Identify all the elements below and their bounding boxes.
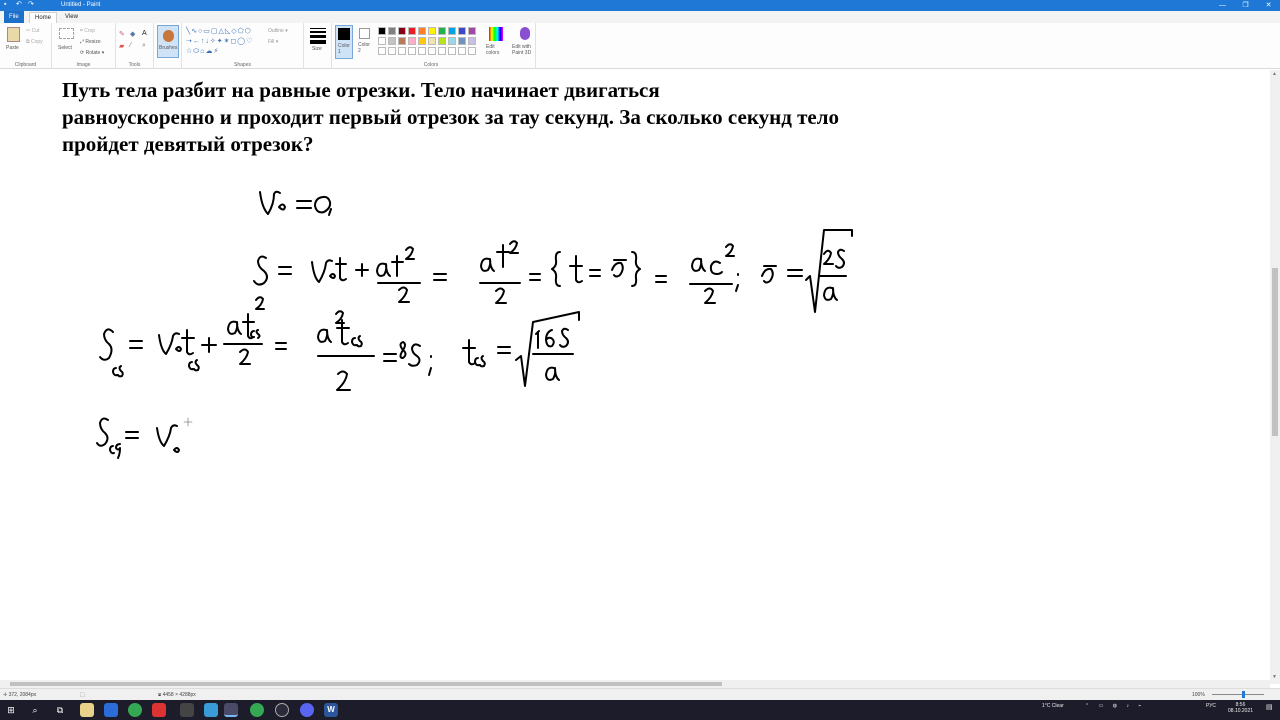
horizontal-scrollbar[interactable] <box>0 680 1270 688</box>
vertical-scrollbar[interactable]: ▲ ▼ <box>1270 70 1280 684</box>
app-icon-red[interactable] <box>152 703 166 717</box>
start-icon[interactable]: ⊞ <box>4 703 18 717</box>
handwritten-equation-s08 <box>99 296 580 391</box>
clock[interactable]: 8:56 08.10.2021 <box>1228 702 1253 714</box>
status-bar: ✛ 372, 2084px ⬚ ⧈ 4458 × 4288px 100% <box>0 688 1280 700</box>
vertical-scroll-thumb[interactable] <box>1272 268 1278 436</box>
discord-icon[interactable] <box>300 703 314 717</box>
chrome-icon-2[interactable] <box>250 703 264 717</box>
paint-window: ▪ ↶ ↷ Untitled - Paint — ❐ ✕ File Home V… <box>0 0 1280 720</box>
crosshair-cursor-icon <box>183 417 193 427</box>
image-size: ⧈ 4458 × 4288px <box>158 692 196 698</box>
zoom-slider-thumb[interactable] <box>1242 691 1245 698</box>
cursor-position: ✛ 372, 2084px <box>3 692 37 698</box>
search-icon[interactable]: ⌕ <box>28 703 42 717</box>
store-icon[interactable] <box>104 703 118 717</box>
zoom-slider[interactable] <box>1212 694 1264 695</box>
handwritten-equation-v0 <box>259 190 332 216</box>
obs-icon[interactable] <box>275 703 289 717</box>
app-icon-dark[interactable] <box>180 703 194 717</box>
file-explorer-icon[interactable] <box>80 703 94 717</box>
taskbar: ⊞ ⌕ ⧉ W 1°C Clear ⌃ ▭ ◍ ♪ ⌁ РУС 8:56 08.… <box>0 700 1280 720</box>
handwriting-layer <box>96 190 853 459</box>
clock-date: 08.10.2021 <box>1228 708 1254 714</box>
scroll-up-icon[interactable]: ▲ <box>1272 71 1277 77</box>
scroll-down-icon[interactable]: ▼ <box>1272 674 1277 680</box>
horizontal-scroll-thumb[interactable] <box>10 682 722 686</box>
app-icon-blue[interactable] <box>204 703 218 717</box>
chrome-icon[interactable] <box>128 703 142 717</box>
handwritten-equation-distance <box>253 229 853 313</box>
tray-icons[interactable]: ⌃ ▭ ◍ ♪ ⌁ <box>1085 703 1145 709</box>
word-icon[interactable]: W <box>324 703 338 717</box>
task-view-icon[interactable]: ⧉ <box>53 703 67 717</box>
weather-widget[interactable]: 1°C Clear <box>1042 703 1064 709</box>
selection-size: ⬚ <box>80 692 85 698</box>
paint-taskbar-icon[interactable] <box>224 703 238 717</box>
handwritten-equation-s09 <box>96 417 180 459</box>
language-indicator[interactable]: РУС <box>1206 703 1216 709</box>
notifications-icon[interactable]: ▤ <box>1266 703 1273 711</box>
zoom-level: 100% <box>1192 692 1205 698</box>
